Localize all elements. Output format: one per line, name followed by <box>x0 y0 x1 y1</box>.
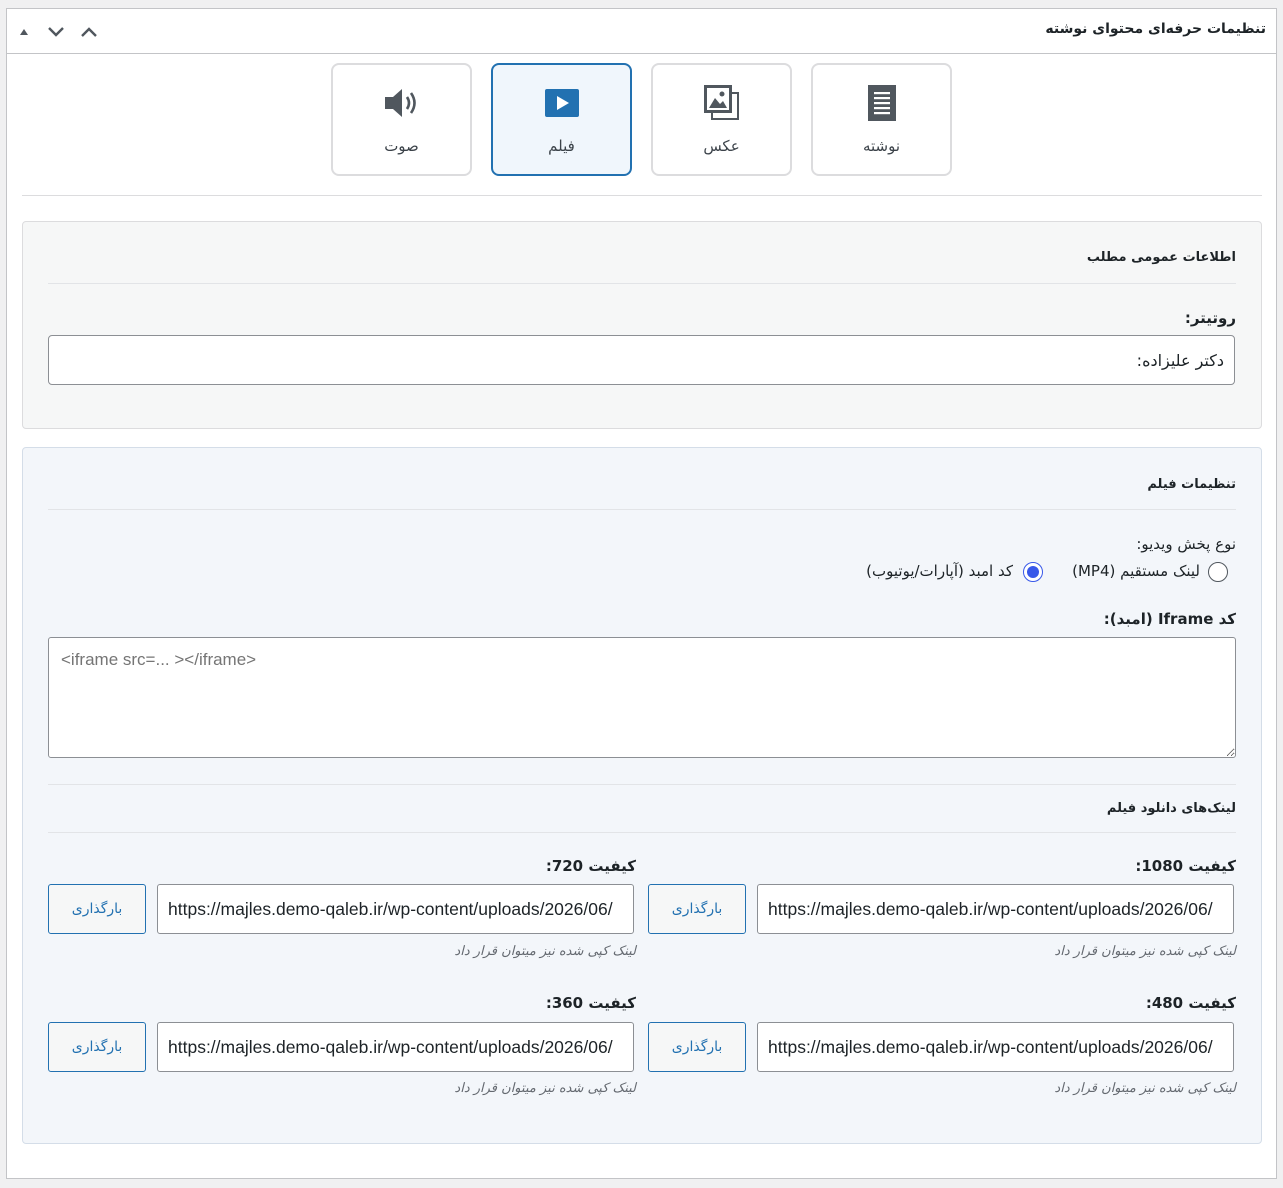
rotitr-label: روتیتر: <box>1184 309 1236 327</box>
metabox-header: تنظیمات حرفه‌ای محتوای نوشته <box>7 9 1276 54</box>
iframe-label: کد Iframe (امبد): <box>1103 610 1236 628</box>
quality-360-label: کیفیت 360: <box>545 994 636 1012</box>
divider <box>48 832 1236 833</box>
metabox-title: تنظیمات حرفه‌ای محتوای نوشته <box>1045 21 1266 37</box>
gallery-icon <box>702 83 742 123</box>
quality-360-upload-button[interactable]: بارگذاری <box>48 1022 146 1072</box>
radio-direct-link-label: لینک مستقیم (MP4) <box>1072 562 1200 580</box>
type-card-post[interactable]: نوشته <box>811 63 952 176</box>
quality-720-hint: لینک کپی شده نیز میتوان قرار داد <box>454 944 636 959</box>
video-settings-title: تنظیمات فیلم <box>1147 477 1236 492</box>
document-icon <box>862 83 902 123</box>
type-card-gallery-label: عکس <box>703 137 740 155</box>
quality-720-url-input[interactable] <box>157 884 634 934</box>
quality-720-upload-button[interactable]: بارگذاری <box>48 884 146 934</box>
quality-360-hint: لینک کپی شده نیز میتوان قرار داد <box>454 1081 636 1096</box>
divider <box>22 195 1262 196</box>
divider <box>48 509 1236 510</box>
quality-1080-hint: لینک کپی شده نیز میتوان قرار داد <box>1054 944 1236 959</box>
move-up-icon[interactable] <box>11 19 37 45</box>
audio-icon <box>382 83 422 123</box>
quality-360-url-input[interactable] <box>157 1022 634 1072</box>
radio-embed-code-label: کد امبد (آپارات/یوتیوب) <box>866 562 1013 580</box>
quality-480-url-input[interactable] <box>757 1022 1234 1072</box>
quality-1080-url-input[interactable] <box>757 884 1234 934</box>
radio-direct-link[interactable] <box>1208 562 1228 582</box>
metabox: تنظیمات حرفه‌ای محتوای نوشته نوشته عکس ف… <box>6 8 1277 1179</box>
radio-embed-code[interactable] <box>1023 562 1043 582</box>
play-type-label: نوع پخش ویدیو: <box>1136 535 1236 553</box>
video-settings-panel: تنظیمات فیلم نوع پخش ویدیو: لینک مستقیم … <box>22 447 1262 1144</box>
chevron-up-icon[interactable] <box>76 19 102 45</box>
quality-480-label: کیفیت 480: <box>1145 994 1236 1012</box>
quality-480-hint: لینک کپی شده نیز میتوان قرار داد <box>1054 1081 1236 1096</box>
type-card-gallery[interactable]: عکس <box>651 63 792 176</box>
divider <box>48 784 1236 785</box>
quality-1080-upload-button[interactable]: بارگذاری <box>648 884 746 934</box>
rotitr-input[interactable] <box>48 335 1235 385</box>
type-card-audio[interactable]: صوت <box>331 63 472 176</box>
chevron-down-icon[interactable] <box>43 19 69 45</box>
quality-720-label: کیفیت 720: <box>545 857 636 875</box>
type-card-video[interactable]: فیلم <box>491 63 632 176</box>
iframe-textarea[interactable] <box>48 637 1236 758</box>
quality-480-upload-button[interactable]: بارگذاری <box>648 1022 746 1072</box>
general-info-title: اطلاعات عمومی مطلب <box>1086 250 1236 265</box>
general-info-panel: اطلاعات عمومی مطلب روتیتر: <box>22 221 1262 429</box>
type-card-video-label: فیلم <box>548 137 575 155</box>
quality-1080-label: کیفیت 1080: <box>1135 857 1236 875</box>
type-card-audio-label: صوت <box>384 137 419 155</box>
type-card-post-label: نوشته <box>862 137 901 155</box>
downloads-title: لینک‌های دانلود فیلم <box>1106 801 1236 816</box>
divider <box>48 283 1236 284</box>
video-icon <box>542 83 582 123</box>
